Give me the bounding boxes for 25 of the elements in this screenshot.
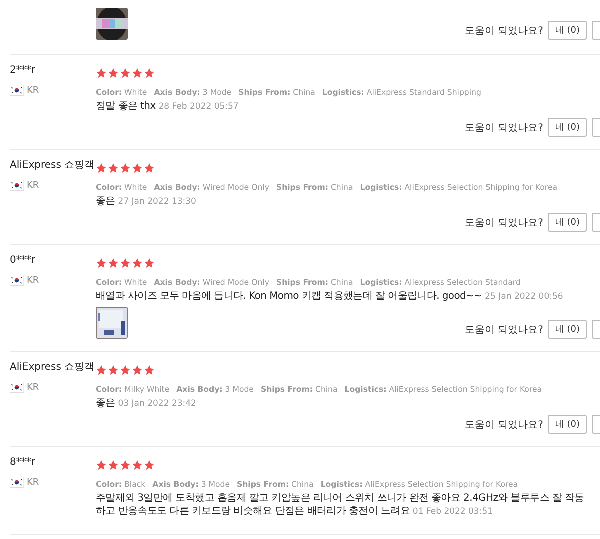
yes-vote-button[interactable]: 네 (0) (548, 213, 587, 232)
review-text: 배열과 사이즈 모두 마음에 듭니다. Kon Momo 키캡 적용했는데 잘 어울립니다. good~~ 25 Jan 2022 00:56 (96, 290, 564, 304)
reviewer-name: AliExpress 쇼핑객 (10, 361, 96, 375)
country-code: KR (27, 276, 40, 286)
review-text: 주말제외 3일만에 도착했고 흡음제 깔고 키압높은 리니어 스위치 쓰니가 완전 좋아요 2.4GHz와 블루투스 잘 작동하고 반응속도도 다른 키보드랑 비슷해요 단점은 배터리가 충전이 느려요 01 Feb 2022 03:51 (96, 492, 586, 519)
yes-vote-button[interactable]: 네 (0) (548, 21, 587, 40)
reviewer-name: 8***r (10, 456, 36, 470)
reviewer-name: AliExpress 쇼핑객 (10, 159, 96, 173)
country-code: KR (27, 478, 40, 488)
helpful-question: 도움이 되었나요? (464, 418, 544, 432)
helpful-question: 도움이 되었나요? (464, 324, 544, 336)
review-text: 좋은 27 Jan 2022 13:30 (96, 195, 198, 209)
reviewer-name: 0***r (10, 254, 36, 268)
country-code: KR (27, 382, 40, 392)
reviewer-name: 2***r (10, 64, 36, 78)
review-text: 좋은 03 Jan 2022 23:42 (96, 397, 198, 411)
helpful-question: 도움이 되었나요? (464, 24, 544, 38)
country-code: KR (27, 180, 40, 190)
review-text: 정말 좋은 thx 28 Feb 2022 05:57 (96, 100, 240, 114)
yes-vote-button[interactable]: 네 (0) (548, 415, 587, 434)
yes-vote-button[interactable]: 네 (0) (548, 118, 587, 137)
helpful-question: 도움이 되었나요? (464, 122, 544, 134)
country-code: KR (27, 86, 40, 96)
helpful-question: 도움이 되었나요? (464, 216, 544, 230)
yes-vote-button[interactable]: 네 (0) (548, 320, 587, 339)
